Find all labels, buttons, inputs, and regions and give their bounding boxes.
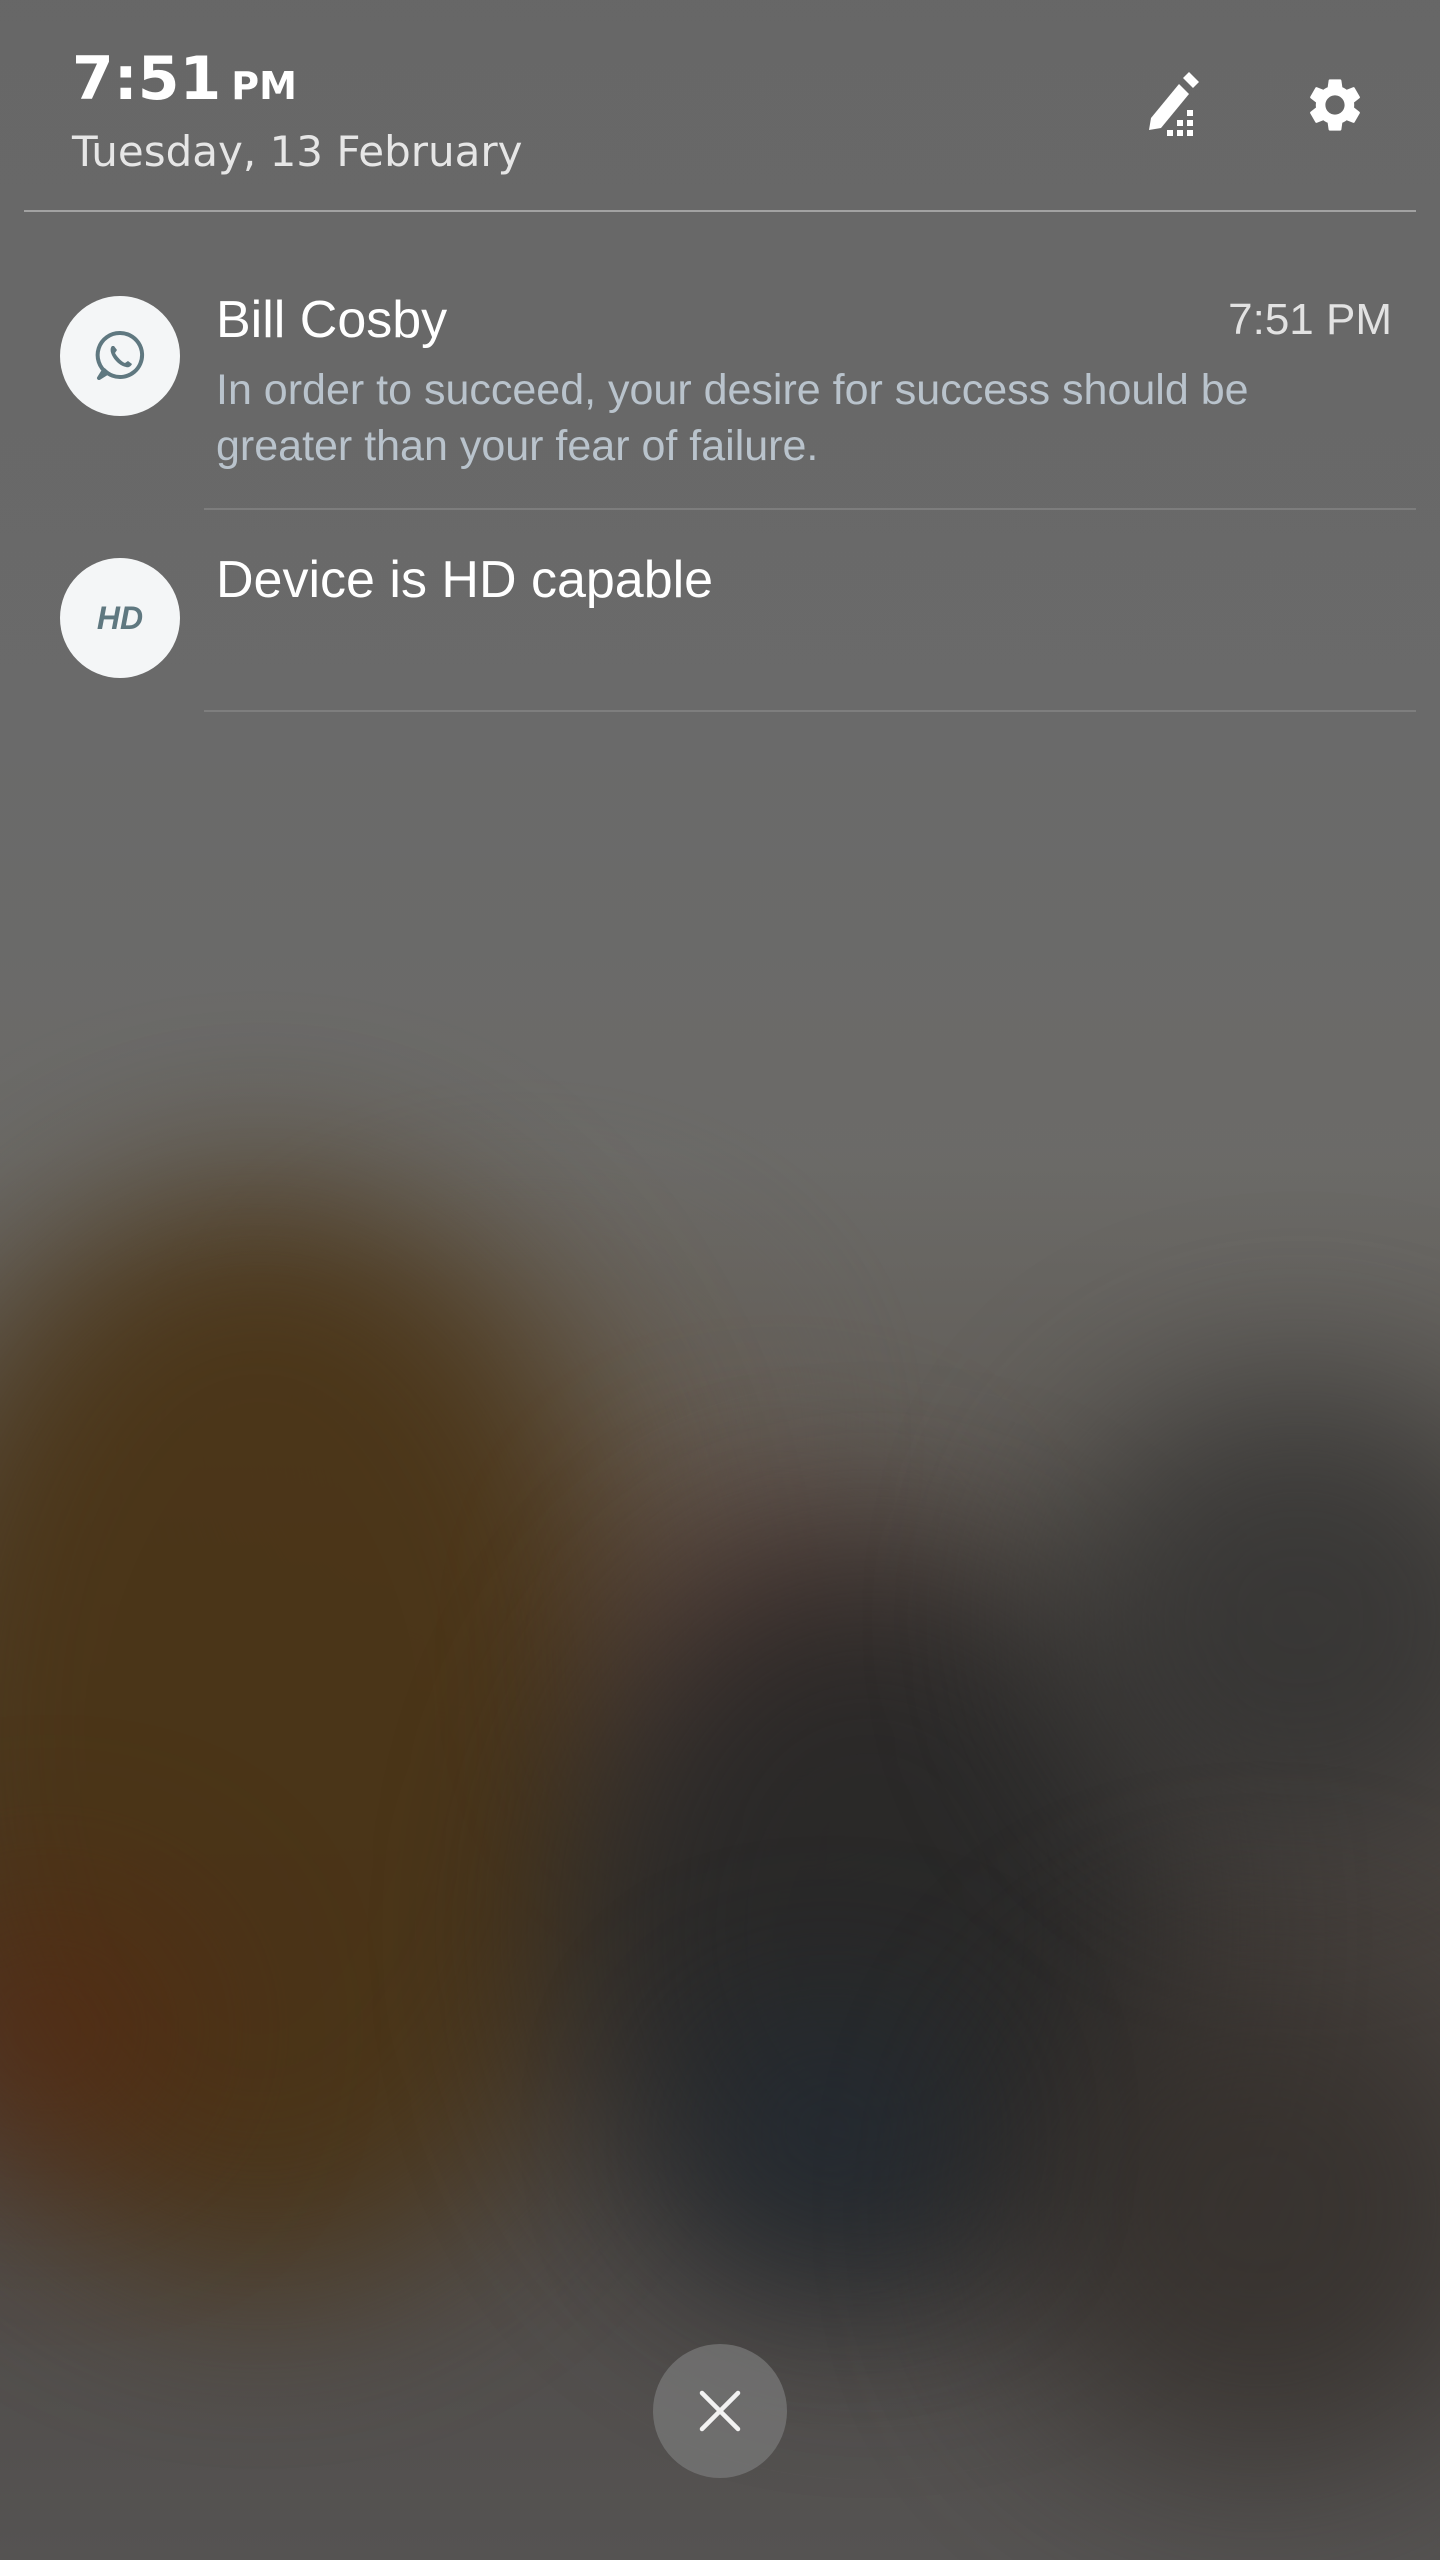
app-icon-circle: HD: [60, 558, 180, 678]
edit-button[interactable]: [1126, 60, 1216, 150]
edit-pencil-icon: [1149, 72, 1199, 136]
close-panel-button[interactable]: [653, 2344, 787, 2478]
notification-title: Device is HD capable: [216, 551, 714, 609]
clock-time: 7:51: [72, 44, 222, 114]
close-x-icon: [699, 2390, 741, 2432]
notification-time: 7:51 PM: [1228, 295, 1392, 344]
hd-icon: HD: [96, 599, 144, 636]
notification-divider: [204, 710, 1416, 712]
gear-icon: [1310, 79, 1360, 131]
notification-hd[interactable]: HD Device is HD capable: [0, 530, 1440, 712]
whatsapp-icon: [95, 330, 145, 380]
app-icon-circle: [60, 296, 180, 416]
date-label: Tuesday, 13 February: [72, 127, 523, 176]
clock: 7:51 PM: [72, 44, 297, 121]
notification-body: In order to succeed, your desire for suc…: [216, 366, 1249, 470]
settings-button[interactable]: [1290, 60, 1380, 150]
notification-panel-header: 7:51 PM Tuesday, 13 February: [0, 0, 1440, 212]
clock-ampm: PM: [231, 64, 297, 108]
header-divider: [24, 210, 1416, 212]
notification-divider: [204, 508, 1416, 510]
notification-whatsapp[interactable]: Bill Cosby 7:51 PM In order to succeed, …: [0, 270, 1440, 510]
notification-title: Bill Cosby: [216, 291, 448, 349]
